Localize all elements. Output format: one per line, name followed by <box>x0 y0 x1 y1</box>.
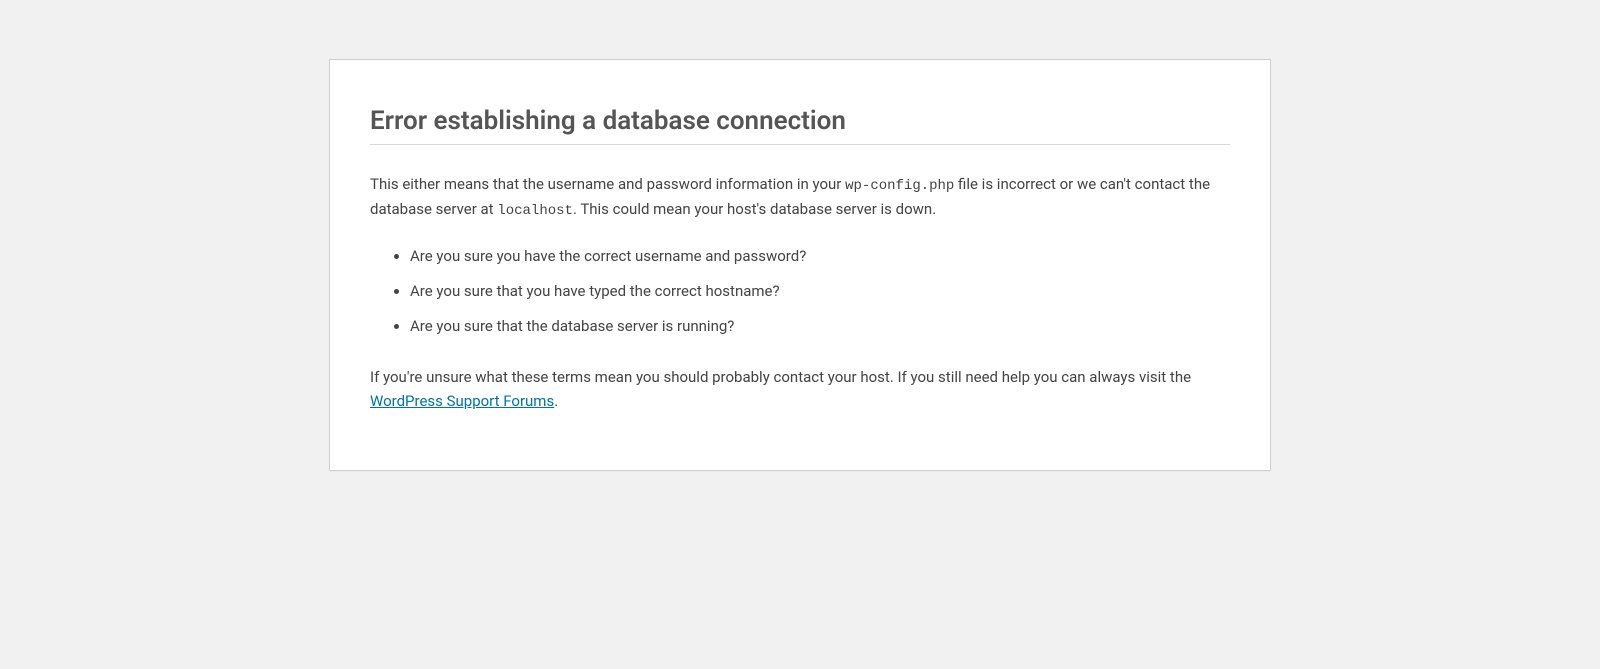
intro-text-post: . This could mean your host's database s… <box>573 200 936 218</box>
footer-text-pre: If you're unsure what these terms mean y… <box>370 368 1191 386</box>
list-item: Are you sure that you have typed the cor… <box>410 279 1230 303</box>
error-footer-paragraph: If you're unsure what these terms mean y… <box>370 365 1230 413</box>
support-forums-link[interactable]: WordPress Support Forums <box>370 392 554 410</box>
list-item: Are you sure that the database server is… <box>410 314 1230 338</box>
list-item: Are you sure you have the correct userna… <box>410 244 1230 268</box>
db-host-code: localhost <box>497 203 573 219</box>
footer-text-post: . <box>554 392 558 410</box>
error-intro-paragraph: This either means that the username and … <box>370 172 1230 223</box>
config-file-code: wp-config.php <box>845 178 954 194</box>
troubleshoot-list: Are you sure you have the correct userna… <box>370 244 1230 338</box>
error-heading: Error establishing a database connection <box>370 106 1230 145</box>
intro-text-pre: This either means that the username and … <box>370 175 845 193</box>
error-card: Error establishing a database connection… <box>329 59 1271 471</box>
